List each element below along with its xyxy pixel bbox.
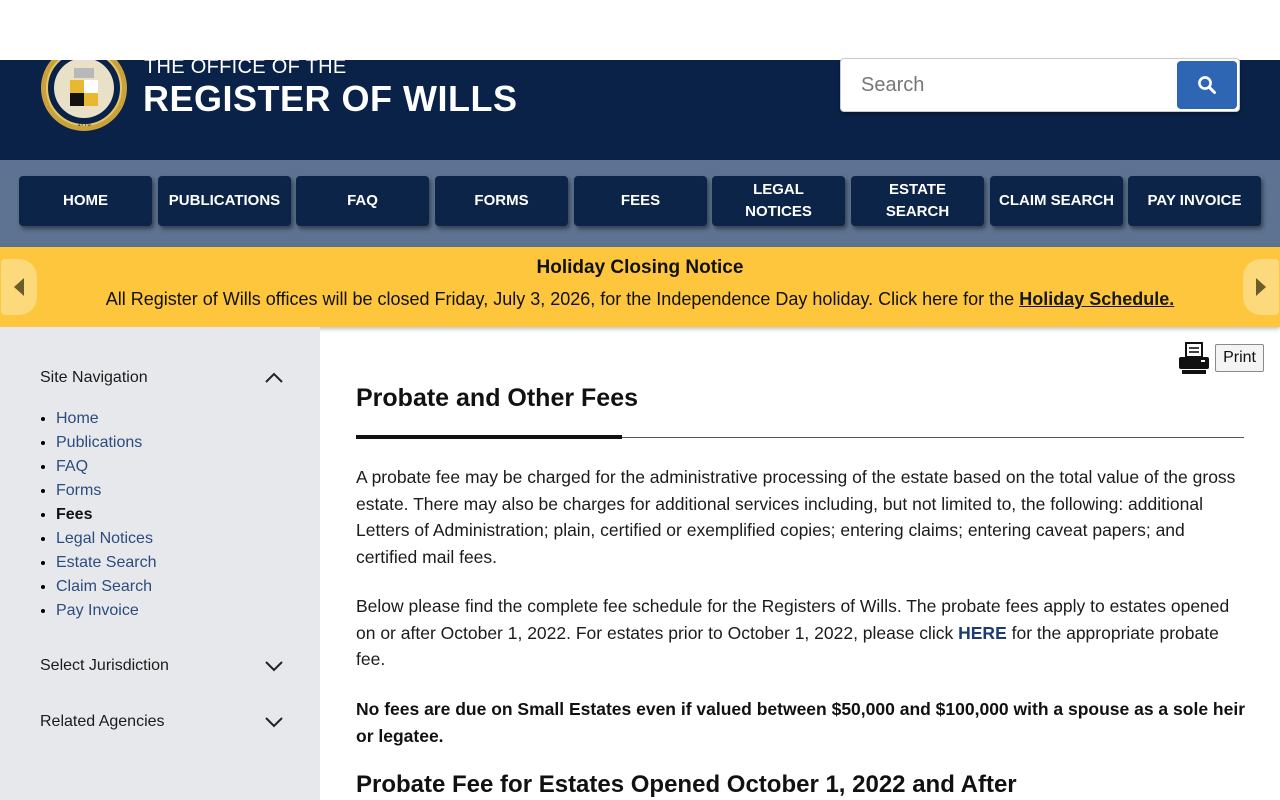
- nav-pay-invoice[interactable]: PAY INVOICE: [1128, 176, 1261, 226]
- nav-publications[interactable]: PUBLICATIONS: [158, 176, 291, 226]
- alert-next-button[interactable]: [1243, 259, 1279, 315]
- select-jurisdiction-title: Select Jurisdiction: [40, 657, 169, 674]
- site-navigation-toggle[interactable]: Site Navigation: [40, 369, 284, 387]
- related-agencies-toggle[interactable]: Related Agencies: [40, 713, 284, 731]
- nav-fees[interactable]: FEES: [574, 176, 707, 226]
- nav-claim-search[interactable]: CLAIM SEARCH: [990, 176, 1123, 226]
- alert-message: All Register of Wills offices will be cl…: [105, 289, 1020, 309]
- sidebar-item-claim-search[interactable]: Claim Search: [56, 575, 157, 599]
- page-title: Probate and Other Fees: [356, 384, 639, 412]
- search-icon: [1198, 76, 1216, 94]
- related-agencies-title: Related Agencies: [40, 713, 165, 730]
- sidebar-item-home[interactable]: Home: [56, 407, 157, 431]
- site-navigation-list: Home Publications FAQ Forms Fees Legal N…: [56, 407, 157, 623]
- fee-schedule-paragraph: Below please find the complete fee sched…: [356, 593, 1246, 673]
- sidebar: Site Navigation Home Publications FAQ Fo…: [0, 327, 320, 800]
- small-estates-notice: No fees are due on Small Estates even if…: [356, 696, 1246, 749]
- main-content: Print Probate and Other Fees A probate f…: [320, 327, 1280, 800]
- nav-faq[interactable]: FAQ: [296, 176, 429, 226]
- seal-logo[interactable]: 1776: [40, 60, 128, 132]
- sidebar-item-fees[interactable]: Fees: [56, 503, 157, 527]
- sidebar-item-publications[interactable]: Publications: [56, 431, 157, 455]
- search-input[interactable]: [847, 61, 1175, 109]
- top-blank-area: [0, 0, 1280, 60]
- nav-legal-notices[interactable]: LEGAL NOTICES: [712, 176, 845, 226]
- nav-forms[interactable]: FORMS: [435, 176, 568, 226]
- alert-title: Holiday Closing Notice: [536, 257, 744, 278]
- holiday-schedule-link[interactable]: Holiday Schedule.: [1019, 289, 1174, 309]
- select-jurisdiction-toggle[interactable]: Select Jurisdiction: [40, 657, 284, 675]
- search-button[interactable]: [1177, 61, 1237, 109]
- alert-text: All Register of Wills offices will be cl…: [0, 289, 1280, 310]
- site-title-small: THE OFFICE OF THE: [144, 60, 347, 78]
- search-box: [840, 58, 1240, 112]
- print-button[interactable]: Print: [1215, 344, 1264, 372]
- site-title[interactable]: REGISTER OF WILLS: [143, 78, 518, 120]
- printer-icon[interactable]: [1177, 341, 1211, 375]
- site-navigation-title: Site Navigation: [40, 369, 148, 386]
- chevron-down-icon: [265, 717, 283, 728]
- older-fees-link[interactable]: HERE: [958, 623, 1007, 643]
- sidebar-item-pay-invoice[interactable]: Pay Invoice: [56, 599, 157, 623]
- holiday-alert-banner: Holiday Closing Notice All Register of W…: [0, 247, 1280, 327]
- nav-home[interactable]: HOME: [19, 176, 152, 226]
- sidebar-item-estate-search[interactable]: Estate Search: [56, 551, 157, 575]
- caret-right-icon: [1256, 278, 1266, 296]
- probate-fee-heading: Probate Fee for Estates Opened October 1…: [356, 771, 1017, 798]
- seal-year: 1776: [77, 122, 91, 128]
- chevron-down-icon: [265, 661, 283, 672]
- nav-estate-search[interactable]: ESTATE SEARCH: [851, 176, 984, 226]
- print-controls: Print: [1177, 341, 1264, 375]
- chevron-up-icon: [265, 372, 283, 383]
- small-estates-text: No fees are due on Small Estates even if…: [356, 699, 1246, 746]
- title-accent-bar: [356, 435, 622, 439]
- sidebar-item-forms[interactable]: Forms: [56, 479, 157, 503]
- intro-paragraph: A probate fee may be charged for the adm…: [356, 467, 1236, 567]
- main-nav: HOME PUBLICATIONS FAQ FORMS FEES LEGAL N…: [0, 160, 1280, 247]
- sidebar-item-faq[interactable]: FAQ: [56, 455, 157, 479]
- sidebar-item-legal-notices[interactable]: Legal Notices: [56, 527, 157, 551]
